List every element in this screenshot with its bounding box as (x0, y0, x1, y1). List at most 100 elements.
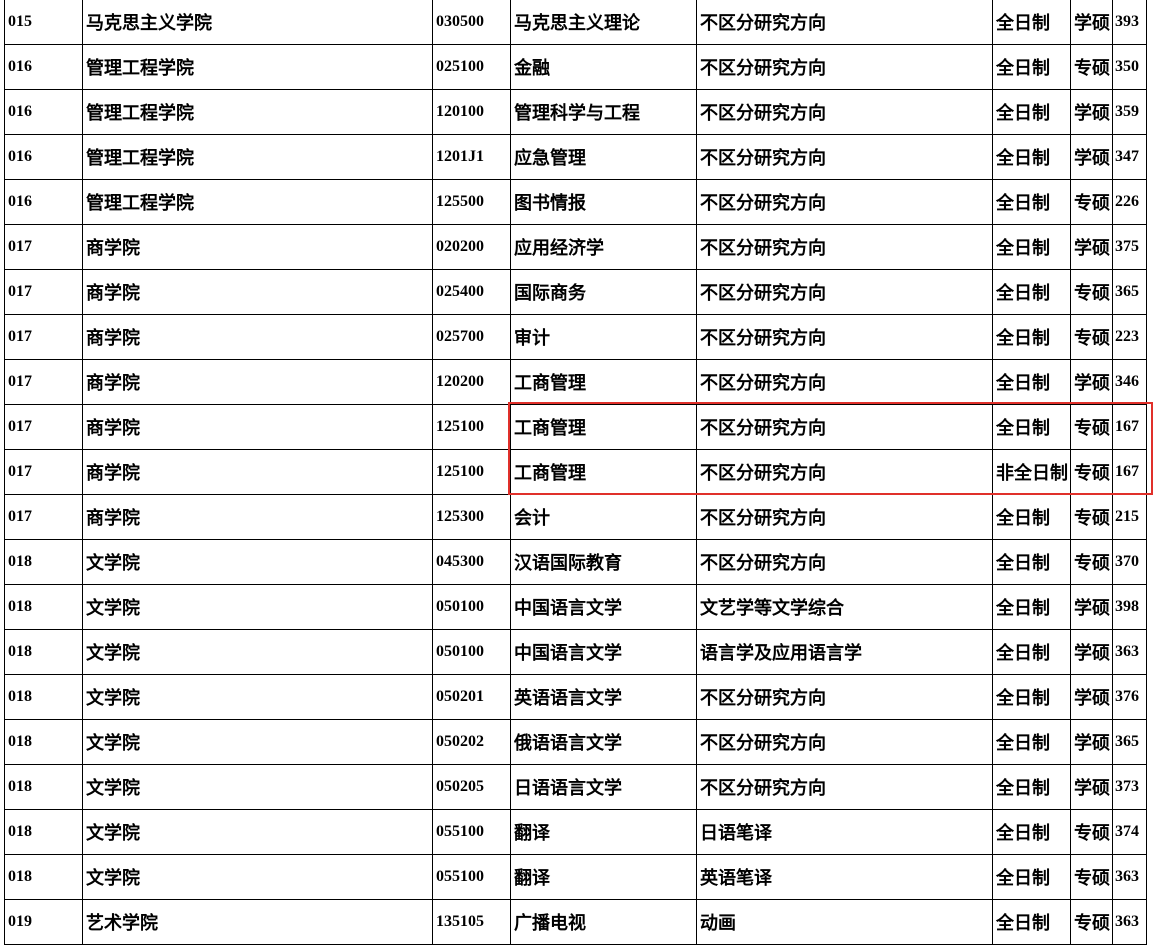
score-cell: 215 (1112, 494, 1147, 540)
major-code-cell: 120200 (432, 359, 511, 405)
degree-type-cell: 专硕 (1070, 269, 1113, 315)
direction-cell: 不区分研究方向 (696, 494, 993, 540)
major-name-cell: 俄语语言文学 (510, 719, 697, 765)
score-cell: 393 (1112, 0, 1147, 45)
direction-cell: 不区分研究方向 (696, 44, 993, 90)
direction-cell: 文艺学等文学综合 (696, 584, 993, 630)
dept-name-cell: 文学院 (82, 584, 433, 630)
table-row: 018 文学院 050205 日语语言文学 不区分研究方向 全日制 学硕 373 (4, 764, 1147, 810)
score-cell: 365 (1112, 719, 1147, 765)
major-code-cell: 125100 (432, 449, 511, 495)
score-cell: 374 (1112, 809, 1147, 855)
table-row: 017 商学院 120200 工商管理 不区分研究方向 全日制 学硕 346 (4, 359, 1147, 405)
dept-name-cell: 文学院 (82, 674, 433, 720)
major-code-cell: 050100 (432, 584, 511, 630)
study-mode-cell: 全日制 (992, 0, 1071, 45)
degree-type-cell: 学硕 (1070, 719, 1113, 765)
degree-type-cell: 专硕 (1070, 404, 1113, 450)
table-row: 018 文学院 055100 翻译 日语笔译 全日制 专硕 374 (4, 809, 1147, 855)
direction-cell: 不区分研究方向 (696, 314, 993, 360)
dept-code-cell: 018 (4, 584, 83, 630)
study-mode-cell: 全日制 (992, 359, 1071, 405)
table-row: 016 管理工程学院 125500 图书情报 不区分研究方向 全日制 专硕 226 (4, 179, 1147, 225)
study-mode-cell: 全日制 (992, 179, 1071, 225)
study-mode-cell: 全日制 (992, 494, 1071, 540)
major-code-cell: 050205 (432, 764, 511, 810)
major-code-cell: 025400 (432, 269, 511, 315)
score-cell: 370 (1112, 539, 1147, 585)
direction-cell: 不区分研究方向 (696, 224, 993, 270)
major-code-cell: 030500 (432, 0, 511, 45)
table-row: 016 管理工程学院 025100 金融 不区分研究方向 全日制 专硕 350 (4, 44, 1147, 90)
dept-name-cell: 商学院 (82, 314, 433, 360)
study-mode-cell: 全日制 (992, 719, 1071, 765)
major-name-cell: 翻译 (510, 854, 697, 900)
direction-cell: 英语笔译 (696, 854, 993, 900)
major-name-cell: 应急管理 (510, 134, 697, 180)
dept-name-cell: 文学院 (82, 719, 433, 765)
major-code-cell: 045300 (432, 539, 511, 585)
major-name-cell: 中国语言文学 (510, 584, 697, 630)
major-name-cell: 工商管理 (510, 359, 697, 405)
score-cell: 359 (1112, 89, 1147, 135)
score-cell: 167 (1112, 449, 1147, 495)
major-code-cell: 1201J1 (432, 134, 511, 180)
dept-code-cell: 018 (4, 854, 83, 900)
dept-name-cell: 管理工程学院 (82, 89, 433, 135)
dept-code-cell: 016 (4, 44, 83, 90)
score-cell: 363 (1112, 899, 1147, 945)
degree-type-cell: 专硕 (1070, 809, 1113, 855)
major-name-cell: 中国语言文学 (510, 629, 697, 675)
direction-cell: 不区分研究方向 (696, 269, 993, 315)
score-cell: 350 (1112, 44, 1147, 90)
major-name-cell: 马克思主义理论 (510, 0, 697, 45)
direction-cell: 不区分研究方向 (696, 719, 993, 765)
direction-cell: 不区分研究方向 (696, 134, 993, 180)
major-name-cell: 管理科学与工程 (510, 89, 697, 135)
study-mode-cell: 全日制 (992, 854, 1071, 900)
dept-name-cell: 商学院 (82, 359, 433, 405)
dept-code-cell: 017 (4, 269, 83, 315)
score-cell: 363 (1112, 854, 1147, 900)
study-mode-cell: 全日制 (992, 89, 1071, 135)
dept-name-cell: 商学院 (82, 449, 433, 495)
degree-type-cell: 专硕 (1070, 899, 1113, 945)
degree-type-cell: 学硕 (1070, 629, 1113, 675)
score-cell: 363 (1112, 629, 1147, 675)
score-cell: 226 (1112, 179, 1147, 225)
table-row: 018 文学院 050100 中国语言文学 语言学及应用语言学 全日制 学硕 363 (4, 629, 1147, 675)
dept-name-cell: 商学院 (82, 404, 433, 450)
dept-code-cell: 018 (4, 764, 83, 810)
table-row: 018 文学院 050100 中国语言文学 文艺学等文学综合 全日制 学硕 398 (4, 584, 1147, 630)
score-cell: 347 (1112, 134, 1147, 180)
score-cell: 398 (1112, 584, 1147, 630)
degree-type-cell: 专硕 (1070, 314, 1113, 360)
major-code-cell: 055100 (432, 854, 511, 900)
dept-code-cell: 017 (4, 314, 83, 360)
degree-type-cell: 学硕 (1070, 134, 1113, 180)
table-row: 017 商学院 025400 国际商务 不区分研究方向 全日制 专硕 365 (4, 269, 1147, 315)
major-name-cell: 金融 (510, 44, 697, 90)
major-code-cell: 025700 (432, 314, 511, 360)
major-name-cell: 审计 (510, 314, 697, 360)
major-code-cell: 125100 (432, 404, 511, 450)
dept-code-cell: 018 (4, 629, 83, 675)
major-name-cell: 工商管理 (510, 404, 697, 450)
dept-name-cell: 管理工程学院 (82, 44, 433, 90)
dept-name-cell: 文学院 (82, 854, 433, 900)
study-mode-cell: 全日制 (992, 539, 1071, 585)
dept-name-cell: 商学院 (82, 494, 433, 540)
dept-code-cell: 017 (4, 449, 83, 495)
study-mode-cell: 全日制 (992, 314, 1071, 360)
degree-type-cell: 专硕 (1070, 854, 1113, 900)
table-row: 018 文学院 055100 翻译 英语笔译 全日制 专硕 363 (4, 854, 1147, 900)
table-row: 016 管理工程学院 1201J1 应急管理 不区分研究方向 全日制 学硕 347 (4, 134, 1147, 180)
study-mode-cell: 全日制 (992, 809, 1071, 855)
degree-type-cell: 专硕 (1070, 44, 1113, 90)
table-body: 015 马克思主义学院 030500 马克思主义理论 不区分研究方向 全日制 学硕 393 01… (4, 0, 1147, 945)
table-row: 016 管理工程学院 120100 管理科学与工程 不区分研究方向 全日制 学硕 359 (4, 89, 1147, 135)
major-code-cell: 020200 (432, 224, 511, 270)
score-cell: 365 (1112, 269, 1147, 315)
study-mode-cell: 全日制 (992, 899, 1071, 945)
dept-code-cell: 016 (4, 134, 83, 180)
